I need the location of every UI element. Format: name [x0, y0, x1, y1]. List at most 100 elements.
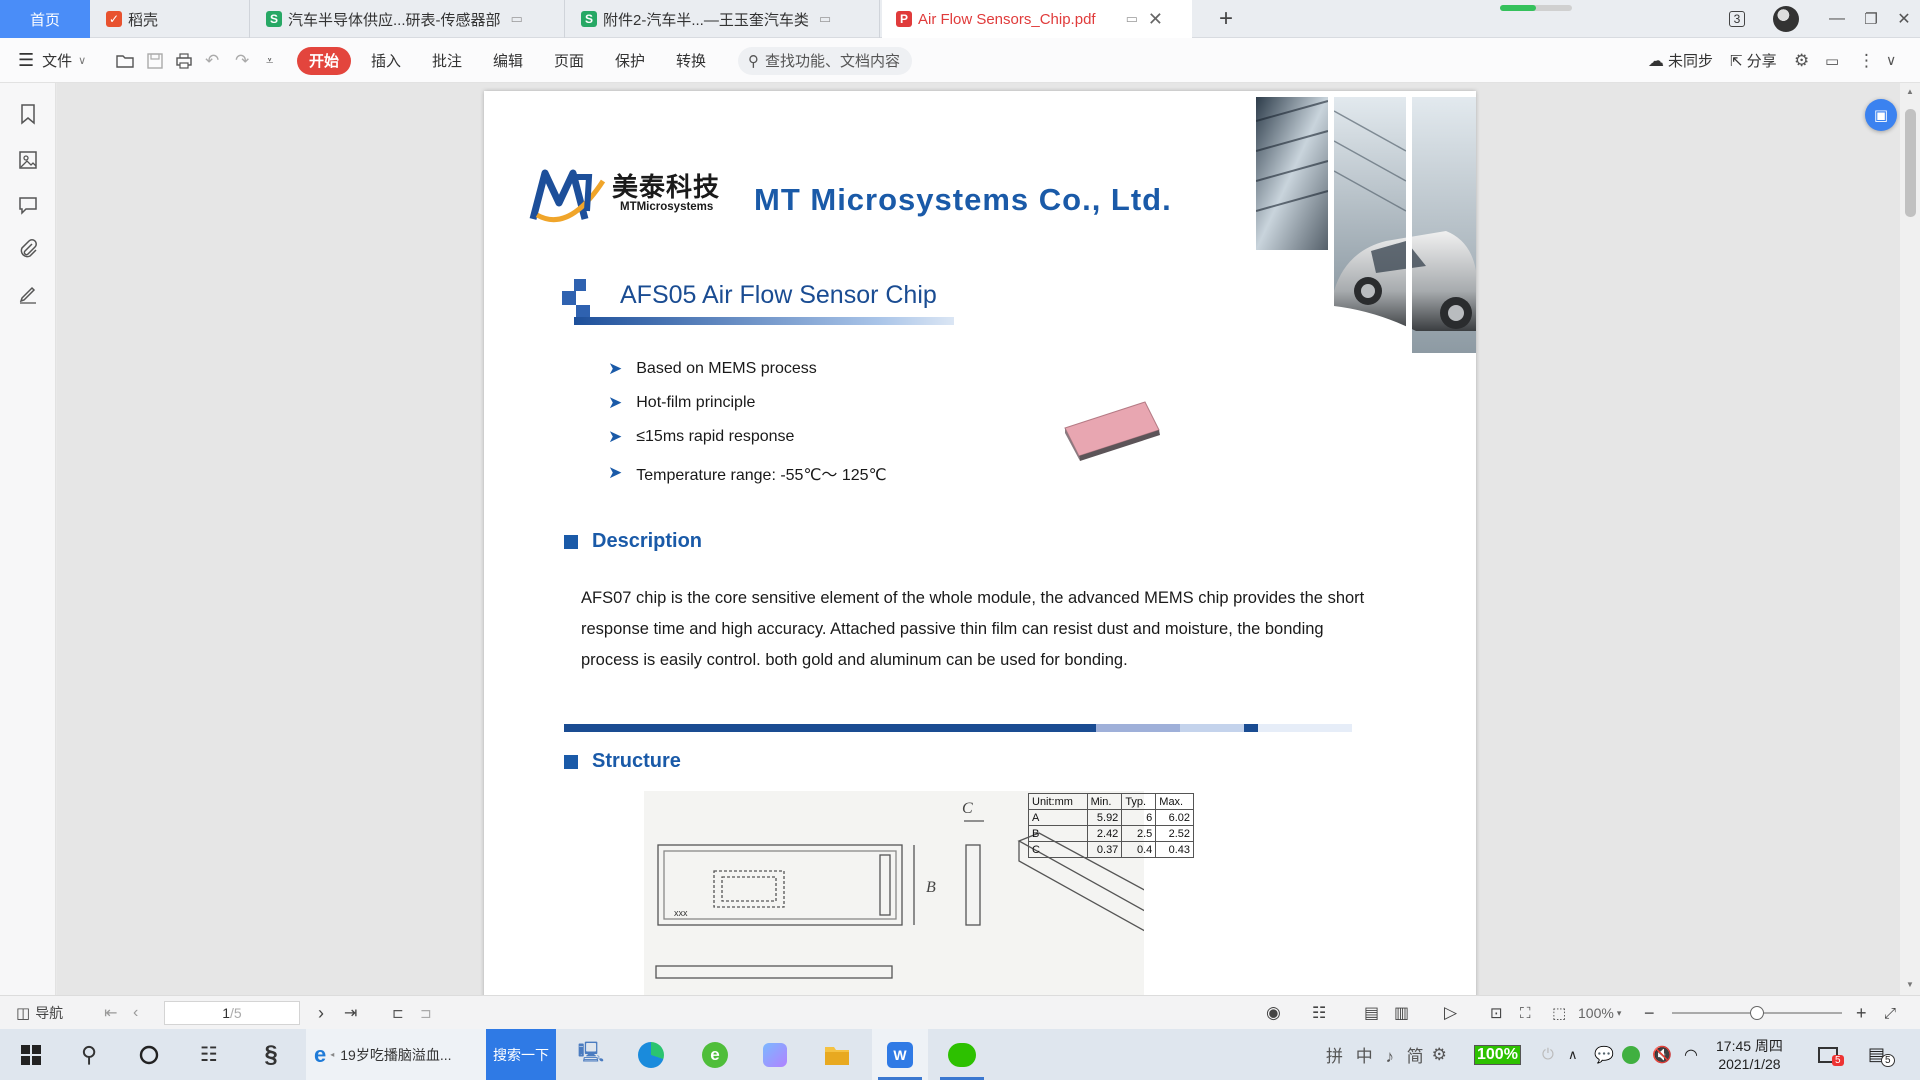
zoom-out-button[interactable]: − — [1644, 996, 1655, 1030]
tab-spreadsheet-2[interactable]: S 附件2-汽车半...—王玉奎汽车类 ▭ — [565, 0, 880, 38]
green-tray-icon[interactable] — [1622, 1029, 1640, 1080]
chat-tray-icon[interactable]: 💬 — [1594, 1029, 1614, 1080]
battery-indicator[interactable]: 100% — [1474, 1029, 1521, 1080]
first-page-button[interactable]: ⇤ — [104, 996, 117, 1030]
redo-button[interactable]: ↷ — [235, 38, 249, 83]
menu-protect[interactable]: 保护 — [615, 38, 645, 83]
edge-button[interactable] — [628, 1029, 674, 1080]
two-page-button[interactable]: ▥ — [1394, 996, 1409, 1030]
actual-size-button[interactable]: ⊡ — [1490, 996, 1503, 1030]
menu-convert[interactable]: 转换 — [676, 38, 706, 83]
print-button[interactable] — [175, 38, 193, 83]
document-view[interactable]: 美泰科技 MTMicrosystems MT Microsystems Co.,… — [57, 83, 1900, 995]
restore-button[interactable]: ❐ — [1854, 0, 1888, 38]
wps-button[interactable]: W — [872, 1029, 928, 1080]
page-number-input[interactable]: 1/5 — [164, 1001, 300, 1025]
menu-comment[interactable]: 批注 — [432, 38, 462, 83]
pin-icon[interactable]: ▭ — [1126, 11, 1138, 27]
fullscreen-button[interactable]: ⤢ — [1884, 996, 1896, 1030]
logo-english-name: MTMicrosystems — [620, 201, 714, 213]
save-button[interactable] — [146, 38, 164, 83]
next-page-button[interactable]: › — [318, 996, 324, 1030]
action-center-button[interactable]: ▤ 5 — [1868, 1029, 1899, 1080]
attachment-icon[interactable] — [17, 238, 39, 260]
scroll-down-icon[interactable]: ▼ — [1906, 980, 1914, 989]
pin-icon[interactable]: ▭ — [819, 11, 831, 27]
scrollbar-thumb[interactable] — [1905, 109, 1916, 217]
ime-indicator[interactable]: 拼 中 ♪ 简 ⚙ — [1326, 1029, 1451, 1080]
tab-home[interactable]: 首页 — [0, 0, 90, 38]
volume-icon[interactable]: 🔇 — [1652, 1029, 1672, 1080]
share-button[interactable]: ⇱ 分享 — [1730, 38, 1777, 83]
settings-button[interactable]: ⚙ — [1794, 38, 1809, 83]
wechat-button[interactable] — [934, 1029, 990, 1080]
close-window-button[interactable]: ✕ — [1888, 0, 1920, 38]
app-cube-button[interactable] — [752, 1029, 798, 1080]
sync-status[interactable]: ☁ 未同步 — [1648, 38, 1713, 83]
bookmark-icon[interactable] — [17, 103, 39, 125]
file-menu[interactable]: ☰ 文件 ∨ — [18, 38, 86, 83]
collapse-ribbon-button[interactable]: ∨ — [1886, 38, 1896, 83]
window-count-badge[interactable]: 3 — [1722, 0, 1752, 38]
ie-icon: e — [314, 1041, 327, 1067]
fit-page-button[interactable]: ⛶ — [1520, 996, 1531, 1030]
file-explorer-button[interactable] — [814, 1029, 860, 1080]
back-button[interactable]: ⊏ — [392, 996, 404, 1030]
tab-docer[interactable]: ✓ 稻壳 — [90, 0, 250, 38]
table-header: Min. — [1086, 793, 1123, 810]
single-page-button[interactable]: ▤ — [1364, 996, 1379, 1030]
more-quick-button[interactable]: ⩡ — [266, 38, 273, 83]
comment-button[interactable]: ▭ — [1825, 38, 1839, 83]
minimize-button[interactable]: — — [1820, 0, 1854, 38]
eye-protection-button[interactable]: ◉ — [1266, 996, 1281, 1030]
undo-button[interactable]: ↶ — [205, 38, 219, 83]
app-e-button[interactable]: e — [692, 1029, 738, 1080]
search-go-button[interactable]: 搜索一下 — [486, 1029, 556, 1080]
image-icon[interactable] — [17, 149, 39, 171]
forward-button[interactable]: ⊐ — [420, 996, 432, 1030]
windows-taskbar: ⚲ ☷ § e ◂ 19岁吃播脑溢血... 搜索一下 🖳 e W 拼 中 ♪ 简… — [0, 1029, 1920, 1080]
app-s-button[interactable]: § — [248, 1029, 294, 1080]
zoom-slider[interactable] — [1672, 1006, 1842, 1020]
last-page-button[interactable]: ⇥ — [344, 996, 357, 1030]
app-pinned-1[interactable]: 🖳 — [568, 1029, 614, 1080]
wifi-icon[interactable]: ◠ — [1684, 1029, 1698, 1080]
prev-page-button[interactable]: ‹ — [133, 996, 138, 1030]
search-go-label: 搜索一下 — [493, 1046, 549, 1063]
play-button[interactable]: ▷ — [1444, 996, 1457, 1030]
open-button[interactable] — [116, 38, 134, 83]
zoom-select[interactable]: 100% ▾ — [1578, 996, 1621, 1030]
task-view-button[interactable]: ☷ — [186, 1029, 232, 1080]
menu-insert[interactable]: 插入 — [371, 38, 401, 83]
start-tab[interactable]: 开始 — [297, 46, 352, 75]
comment-icon[interactable] — [17, 194, 39, 216]
avatar[interactable] — [1773, 6, 1799, 32]
search-input[interactable]: ⚲ 查找功能、文档内容 — [738, 46, 912, 75]
cortana-button[interactable] — [126, 1029, 172, 1080]
continuous-view-button[interactable]: ☷ — [1312, 996, 1326, 1030]
fit-width-button[interactable]: ⬚ — [1552, 996, 1566, 1030]
search-taskbar-button[interactable]: ⚲ — [66, 1029, 112, 1080]
action-center-badge: 5 — [1881, 1054, 1895, 1067]
close-tab-icon[interactable]: ✕ — [1148, 9, 1163, 30]
zoom-slider-thumb[interactable] — [1750, 1006, 1764, 1020]
new-tab-button[interactable]: + — [1208, 0, 1244, 38]
zoom-in-button[interactable]: + — [1856, 996, 1867, 1030]
menu-edit[interactable]: 编辑 — [493, 38, 523, 83]
more-button[interactable]: ⋮ — [1858, 38, 1875, 83]
table-row: A 5.92 6 6.02 — [1028, 809, 1194, 826]
clock[interactable]: 17:45 周四 2021/1/28 — [1716, 1029, 1783, 1080]
nav-toggle[interactable]: ◫ 导航 — [16, 996, 63, 1030]
tab-pdf[interactable]: P Air Flow Sensors_Chip.pdf ▭ ✕ — [882, 0, 1192, 38]
show-hidden-icons[interactable]: ∧ — [1568, 1029, 1578, 1080]
signature-icon[interactable] — [17, 283, 39, 305]
notification-app-icon[interactable]: 5 — [1818, 1029, 1850, 1080]
start-button[interactable] — [8, 1029, 54, 1080]
tab-spreadsheet-1[interactable]: S 汽车半导体供应...研表-传感器部 ▭ — [250, 0, 565, 38]
assistant-button[interactable]: ▣ — [1865, 99, 1897, 131]
pin-icon[interactable]: ▭ — [511, 11, 523, 27]
browser-task[interactable]: e ◂ 19岁吃播脑溢血... — [306, 1029, 486, 1080]
menu-page[interactable]: 页面 — [554, 38, 584, 83]
scroll-up-icon[interactable]: ▲ — [1906, 87, 1914, 96]
vertical-scrollbar[interactable]: ▲ ▼ — [1900, 83, 1920, 995]
